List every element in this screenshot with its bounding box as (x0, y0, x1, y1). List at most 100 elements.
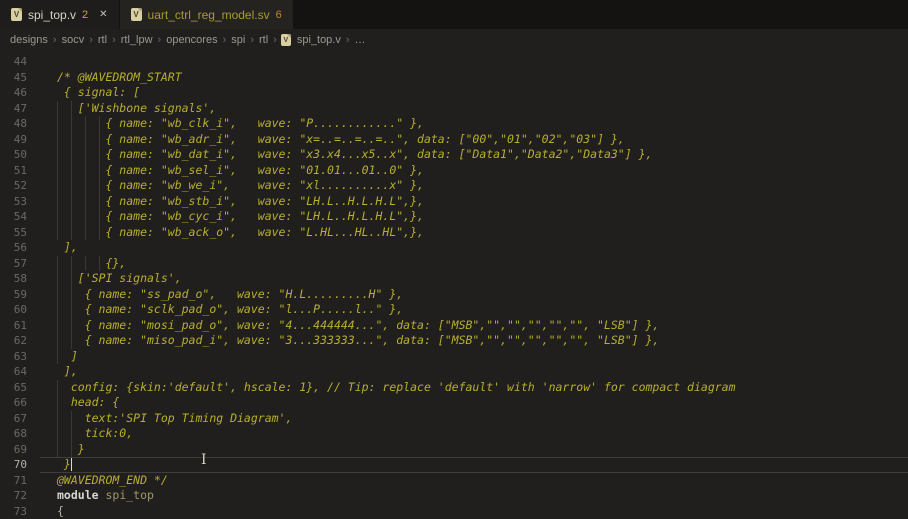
indent-guide (85, 147, 86, 163)
code-area[interactable]: /* @WAVEDROM_START { signal: [ ['Wishbon… (57, 54, 736, 519)
line-number[interactable]: 54 (0, 209, 27, 225)
verilog-file-icon: V (131, 8, 142, 21)
line-number[interactable]: 46 (0, 85, 27, 101)
code-line[interactable]: ], (57, 240, 736, 256)
indent-guide (71, 256, 72, 272)
indent-guide (57, 178, 58, 194)
code-line[interactable]: { name: "sclk_pad_o", wave: "l...P.....l… (57, 302, 736, 318)
comment-text: { name: "wb_stb_i", wave: "LH.L..H.L.H.L… (57, 194, 424, 208)
code-line[interactable]: { name: "ss_pad_o", wave: "H.L.........H… (57, 287, 736, 303)
code-line[interactable]: module spi_top (57, 488, 736, 504)
tab-uart-ctrl-reg-model-sv[interactable]: Vuart_ctrl_reg_model.sv6 (120, 0, 293, 29)
code-line[interactable]: { name: "wb_clk_i", wave: "P............… (57, 116, 736, 132)
line-number[interactable]: 69 (0, 442, 27, 458)
line-number[interactable]: 53 (0, 194, 27, 210)
indent-guide (57, 442, 58, 458)
indent-guide (57, 101, 58, 117)
line-number-gutter: 4445464748495051525354555657585960616263… (0, 54, 45, 519)
code-token: { (57, 504, 64, 518)
code-line[interactable] (57, 54, 736, 70)
code-line[interactable]: { name: "wb_ack_o", wave: "L.HL...HL..HL… (57, 225, 736, 241)
line-number[interactable]: 47 (0, 101, 27, 117)
indent-guide (57, 147, 58, 163)
tab-label: uart_ctrl_reg_model.sv (148, 8, 270, 22)
code-line[interactable]: ['SPI signals', (57, 271, 736, 287)
code-line[interactable]: { signal: [ (57, 85, 736, 101)
breadcrumb-ellipsis[interactable]: … (354, 34, 367, 46)
line-number[interactable]: 71 (0, 473, 27, 489)
code-line[interactable]: config: {skin:'default', hscale: 1}, // … (57, 380, 736, 396)
comment-text: { name: "sclk_pad_o", wave: "l...P.....l… (57, 302, 403, 316)
line-number[interactable]: 49 (0, 132, 27, 148)
indent-guide (85, 209, 86, 225)
line-number[interactable]: 52 (0, 178, 27, 194)
code-line[interactable]: { name: "wb_adr_i", wave: "x=..=..=..=..… (57, 132, 736, 148)
code-line[interactable]: { (57, 504, 736, 519)
line-number[interactable]: 60 (0, 302, 27, 318)
code-line[interactable]: { name: "mosi_pad_o", wave: "4...444444.… (57, 318, 736, 334)
line-number[interactable]: 72 (0, 488, 27, 504)
breadcrumb-item[interactable]: designs (9, 34, 49, 46)
code-line[interactable]: } (57, 442, 736, 458)
comment-text: { name: "wb_dat_i", wave: "x3.x4...x5..x… (57, 147, 652, 161)
line-number[interactable]: 65 (0, 380, 27, 396)
line-number[interactable]: 64 (0, 364, 27, 380)
line-number[interactable]: 62 (0, 333, 27, 349)
breadcrumb-item[interactable]: spi (230, 34, 246, 46)
comment-text: { name: "miso_pad_i", wave: "3...333333.… (57, 333, 659, 347)
indent-guide (57, 318, 58, 334)
comment-text: } (57, 457, 71, 471)
line-number[interactable]: 63 (0, 349, 27, 365)
line-number[interactable]: 55 (0, 225, 27, 241)
code-line[interactable]: ], (57, 364, 736, 380)
line-number[interactable]: 59 (0, 287, 27, 303)
breadcrumb-item[interactable]: rtl (258, 34, 269, 46)
code-line[interactable]: { name: "wb_cyc_i", wave: "LH.L..H.L.H.L… (57, 209, 736, 225)
code-line[interactable]: text:'SPI Top Timing Diagram', (57, 411, 736, 427)
line-number[interactable]: 73 (0, 504, 27, 519)
code-line[interactable]: tick:0, (57, 426, 736, 442)
code-line[interactable]: { name: "wb_stb_i", wave: "LH.L..H.L.H.L… (57, 194, 736, 210)
line-number[interactable]: 66 (0, 395, 27, 411)
code-line[interactable]: { name: "wb_dat_i", wave: "x3.x4...x5..x… (57, 147, 736, 163)
line-number[interactable]: 48 (0, 116, 27, 132)
line-number[interactable]: 70 (0, 457, 27, 473)
line-number[interactable]: 45 (0, 70, 27, 86)
close-icon[interactable]: ✕ (99, 9, 107, 20)
breadcrumb-item[interactable]: rtl_lpw (120, 34, 154, 46)
code-line[interactable]: { name: "miso_pad_i", wave: "3...333333.… (57, 333, 736, 349)
chevron-right-icon: › (246, 34, 258, 46)
chevron-right-icon: › (219, 34, 231, 46)
breadcrumb-item[interactable]: opencores (165, 34, 218, 46)
code-line[interactable]: head: { (57, 395, 736, 411)
breadcrumb-item-file[interactable]: spi_top.v (296, 34, 342, 46)
tab-problems-badge: 2 (82, 9, 88, 21)
code-line[interactable]: {}, (57, 256, 736, 272)
line-number[interactable]: 67 (0, 411, 27, 427)
line-number[interactable]: 68 (0, 426, 27, 442)
breadcrumb-item[interactable]: rtl (97, 34, 108, 46)
code-line[interactable]: ['Wishbone signals', (57, 101, 736, 117)
indent-guide (71, 132, 72, 148)
indent-guide (57, 287, 58, 303)
line-number[interactable]: 61 (0, 318, 27, 334)
code-line[interactable]: @WAVEDROM_END */ (57, 473, 736, 489)
line-number[interactable]: 56 (0, 240, 27, 256)
indent-guide (57, 225, 58, 241)
indent-guide (99, 116, 100, 132)
comment-text: { signal: [ (57, 85, 140, 99)
code-line[interactable]: /* @WAVEDROM_START (57, 70, 736, 86)
line-number[interactable]: 57 (0, 256, 27, 272)
indent-guide (57, 395, 58, 411)
code-line[interactable]: ] (57, 349, 736, 365)
breadcrumb-item[interactable]: socv (61, 34, 86, 46)
line-number[interactable]: 44 (0, 54, 27, 70)
line-number[interactable]: 50 (0, 147, 27, 163)
code-line[interactable]: } (57, 457, 736, 473)
code-line[interactable]: { name: "wb_sel_i", wave: "01.01...01..0… (57, 163, 736, 179)
tab-spi-top-v[interactable]: Vspi_top.v2✕ (0, 0, 119, 29)
line-number[interactable]: 58 (0, 271, 27, 287)
indent-guide (85, 256, 86, 272)
code-line[interactable]: { name: "wb_we_i", wave: "xl..........x"… (57, 178, 736, 194)
line-number[interactable]: 51 (0, 163, 27, 179)
